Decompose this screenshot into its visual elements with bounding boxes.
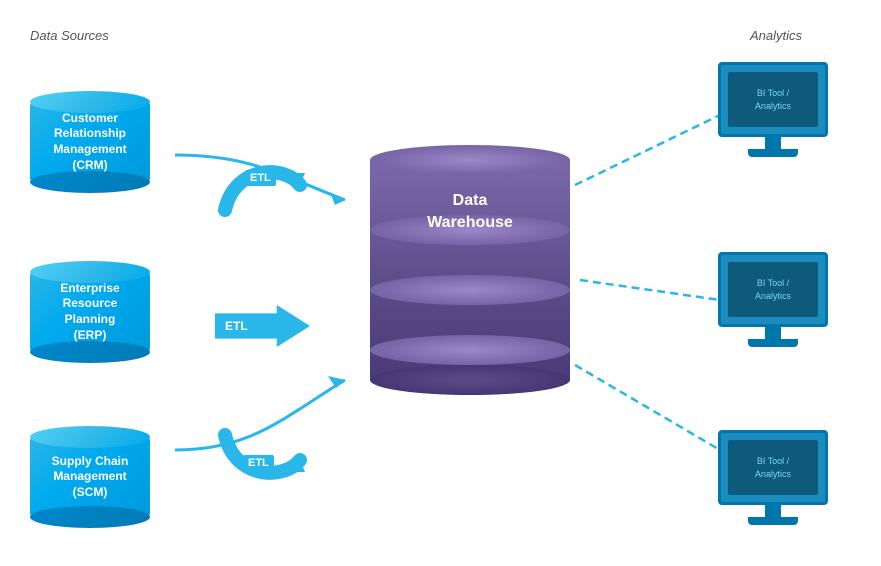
dw-top-ellipse	[370, 145, 570, 175]
etl-scm-label: ETL	[243, 455, 274, 471]
monitor-2: BI Tool / Analytics	[718, 252, 828, 347]
scm-cylinder: Supply ChainManagement(SCM)	[30, 415, 150, 539]
monitor-2-screen: BI Tool / Analytics	[718, 252, 828, 327]
scm-label: Supply ChainManagement(SCM)	[48, 450, 133, 505]
monitor-2-neck	[765, 327, 781, 339]
etl-erp-arrow: ETL	[215, 305, 310, 347]
crm-body: Customer Relationship Management (CRM)	[30, 102, 150, 182]
erp-label: EnterpriseResourcePlanning(ERP)	[56, 277, 123, 347]
scm-top	[30, 426, 150, 448]
etl-erp-label: ETL	[225, 319, 248, 333]
scm-body: Supply ChainManagement(SCM)	[30, 437, 150, 517]
etl-scm-arrow: ETL	[215, 420, 315, 495]
erp-body: EnterpriseResourcePlanning(ERP)	[30, 272, 150, 352]
dw-bottom-ellipse	[370, 365, 570, 395]
monitor-3: BI Tool / Analytics	[718, 430, 828, 525]
dw-disk-2	[370, 275, 570, 305]
monitor-1-inner: BI Tool / Analytics	[728, 72, 818, 127]
monitor-2-base	[748, 339, 798, 347]
analytics-label: Analytics	[750, 28, 802, 43]
crm-cylinder: Customer Relationship Management (CRM)	[30, 80, 150, 204]
erp-cylinder: EnterpriseResourcePlanning(ERP)	[30, 250, 150, 374]
monitor-1-neck	[765, 137, 781, 149]
dw-label: Data Warehouse	[427, 190, 513, 235]
monitor-2-inner: BI Tool / Analytics	[728, 262, 818, 317]
data-sources-label: Data Sources	[30, 28, 109, 43]
dw-body: Data Warehouse	[370, 160, 570, 380]
monitor-2-text: BI Tool / Analytics	[755, 277, 791, 302]
monitor-1-base	[748, 149, 798, 157]
data-warehouse: Data Warehouse	[370, 130, 570, 410]
monitor-3-inner: BI Tool / Analytics	[728, 440, 818, 495]
monitor-1-text: BI Tool / Analytics	[755, 87, 791, 112]
monitor-3-text: BI Tool / Analytics	[755, 455, 791, 480]
crm-label: Customer Relationship Management (CRM)	[49, 107, 130, 177]
monitor-1: BI Tool / Analytics	[718, 62, 828, 157]
monitor-3-neck	[765, 505, 781, 517]
etl-crm-label: ETL	[245, 170, 276, 186]
scm-bottom	[30, 506, 150, 528]
dw-disk-3	[370, 335, 570, 365]
etl-crm-arrow: ETL	[215, 155, 315, 230]
monitor-1-screen: BI Tool / Analytics	[718, 62, 828, 137]
monitor-3-base	[748, 517, 798, 525]
monitor-3-screen: BI Tool / Analytics	[718, 430, 828, 505]
diagram-container: Data Sources Analytics Custom	[0, 0, 881, 566]
